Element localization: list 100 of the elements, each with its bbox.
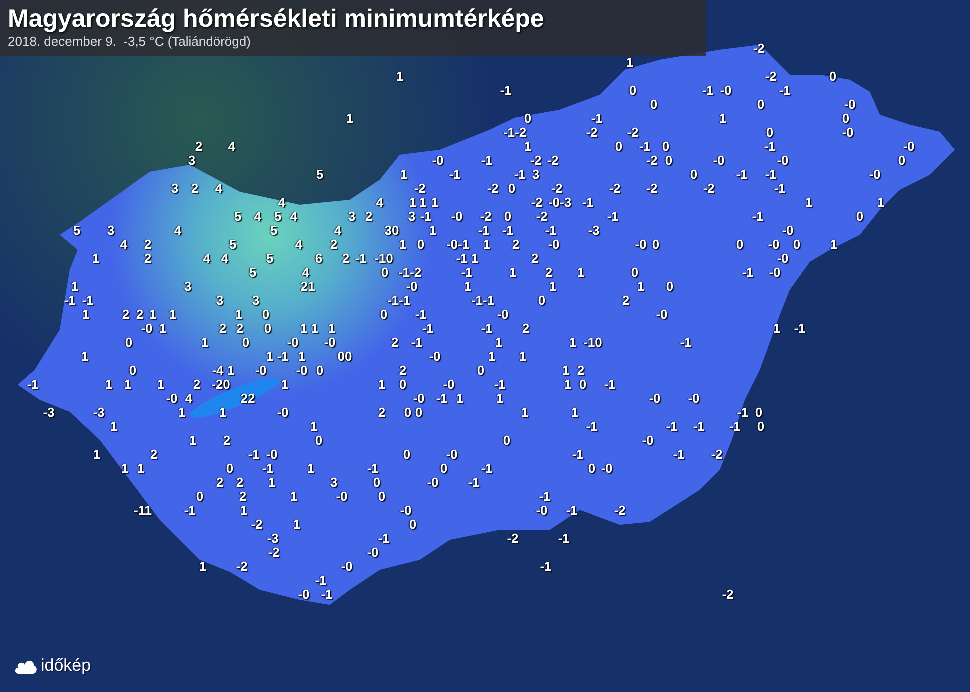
temperature-label: -1: [456, 252, 468, 266]
temperature-label: 1: [637, 280, 645, 294]
temperature-label: 3: [252, 294, 260, 308]
temperature-label: 1: [378, 378, 386, 392]
temperature-label: 0: [829, 70, 837, 84]
temperature-label: 0: [381, 266, 389, 280]
temperature-label: 5: [229, 238, 237, 252]
temperature-label: 1: [293, 518, 301, 532]
temperature-label: -1: [27, 378, 39, 392]
temperature-label: 0: [440, 462, 448, 476]
temperature-label: 0: [766, 126, 774, 140]
temperature-label: 0: [631, 266, 639, 280]
temperature-label: 1: [105, 378, 113, 392]
temperature-label: 0: [662, 140, 670, 154]
temperature-label: -1: [64, 294, 76, 308]
temperature-label: -1: [604, 378, 616, 392]
temperature-label: -2: [586, 126, 598, 140]
temperature-label: -10: [374, 252, 394, 266]
temperature-label: -1: [481, 322, 493, 336]
temperature-label: -0: [497, 308, 509, 322]
temperature-label: -1: [737, 406, 749, 420]
temperature-label: -0: [406, 280, 418, 294]
temperature-label: -2: [530, 154, 542, 168]
temperature-label: 0: [399, 378, 407, 392]
temperature-label: -1: [693, 420, 705, 434]
temperature-label: -0: [720, 84, 732, 98]
temperature-label: 1: [124, 378, 132, 392]
temperature-label: -1: [765, 168, 777, 182]
temperature-label: -0: [166, 392, 178, 406]
temperature-label: -1: [82, 294, 94, 308]
temperature-label: -1: [545, 224, 557, 238]
temperature-label: -0: [688, 392, 700, 406]
temperature-label: -1: [248, 448, 260, 462]
temperature-label: -20: [212, 378, 230, 392]
temperature-label: -0: [255, 364, 267, 378]
temperature-label: -2: [531, 196, 543, 210]
temperature-label: 0: [264, 322, 272, 336]
temperature-label: -3: [43, 406, 55, 420]
temperature-label: -0: [548, 238, 560, 252]
temperature-label: -3: [588, 224, 600, 238]
temperature-label: -3: [267, 532, 279, 546]
temperature-label: -1: [415, 308, 427, 322]
temperature-label: 2: [191, 182, 199, 196]
temperature-label: 1: [496, 392, 504, 406]
temperature-label: 0: [757, 98, 765, 112]
temperature-label: 2: [342, 252, 350, 266]
temperature-label: 1: [227, 364, 235, 378]
temperature-label: -1: [540, 560, 552, 574]
temperature-label: 2: [195, 140, 203, 154]
temperature-label: 2: [531, 252, 539, 266]
temperature-label: -1: [411, 336, 423, 350]
temperature-label: -1-2: [398, 266, 422, 280]
temperature-label: 0: [315, 434, 323, 448]
temperature-label: -0: [903, 140, 915, 154]
temperature-label: 1: [311, 322, 319, 336]
temperature-label: -1: [558, 532, 570, 546]
temperature-label: -1: [262, 462, 274, 476]
temperature-label: -1: [607, 210, 619, 224]
temperature-label: -0: [777, 252, 789, 266]
temperature-label: 3: [348, 210, 356, 224]
temperature-label: 1: [495, 336, 503, 350]
temperature-label: 4: [302, 266, 310, 280]
temperature-label: 0: [650, 98, 658, 112]
temperature-label: 2: [219, 322, 227, 336]
temperature-label: -3: [93, 406, 105, 420]
temperature-label: 4: [120, 238, 128, 252]
temperature-label: 1: [169, 308, 177, 322]
temperature-label: 5: [270, 224, 278, 238]
temperature-label: -2: [236, 560, 248, 574]
temperature-label: 0: [736, 238, 744, 252]
temperature-label: 0: [404, 406, 412, 420]
temperature-label: -2: [536, 210, 548, 224]
temperature-label: -1: [315, 574, 327, 588]
temperature-label: -0: [649, 392, 661, 406]
temperature-label: -0: [842, 126, 854, 140]
temperature-label: -0: [768, 238, 780, 252]
temperature-label: -0: [656, 308, 668, 322]
temperature-label: 5: [316, 168, 324, 182]
logo-text: időkép: [41, 656, 92, 676]
temperature-label: 4: [290, 210, 298, 224]
temperature-label: -0: [536, 504, 548, 518]
temperature-label: -2: [547, 154, 559, 168]
temperature-label: 4: [254, 210, 262, 224]
temperature-label: -1: [591, 112, 603, 126]
temperature-label: 1: [219, 406, 227, 420]
temperature-label: 1: [93, 448, 101, 462]
temperature-label: 2: [365, 210, 373, 224]
temperature-label: 1: [429, 224, 437, 238]
temperature-label: -2: [609, 182, 621, 196]
temperature-label: -2: [646, 154, 658, 168]
temperature-label: -0: [277, 406, 289, 420]
temperature-label: 0: [417, 238, 425, 252]
temperature-label: 0: [588, 462, 596, 476]
temperature-label: 1: [431, 196, 439, 210]
temperature-label: -0: [427, 476, 439, 490]
temperature-label: 1: [81, 350, 89, 364]
temperature-label: 0: [504, 210, 512, 224]
temperature-label: 0: [196, 490, 204, 504]
temperature-label: 1: [564, 378, 572, 392]
temperature-label: -2: [703, 182, 715, 196]
